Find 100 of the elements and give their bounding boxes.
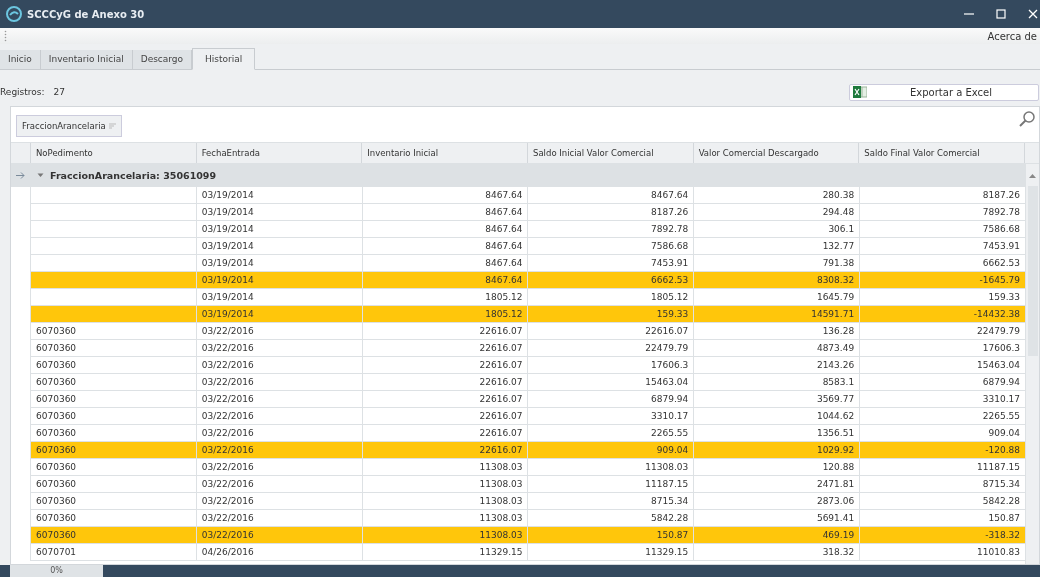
close-icon[interactable] (1028, 9, 1038, 19)
table-cell: 4873.49 (816, 343, 855, 353)
table-cell: 120.88 (822, 462, 855, 472)
column-header[interactable]: FechaEntrada (195, 143, 362, 163)
search-icon[interactable] (1019, 110, 1035, 127)
sort-icon (108, 122, 116, 129)
expanded-chevron-icon[interactable] (37, 173, 44, 178)
table-cell: 1805.12 (485, 309, 523, 319)
table-cell: 294.48 (822, 207, 855, 217)
table-cell: 03/22/2016 (201, 513, 254, 523)
table-cell: 03/22/2016 (201, 394, 254, 404)
table-cell: 03/19/2014 (201, 241, 254, 251)
table-cell: 11187.15 (977, 462, 1020, 472)
tab[interactable]: Inicio (0, 50, 41, 69)
table-cell: 11187.15 (645, 479, 689, 489)
table-cell: 11329.15 (479, 547, 523, 557)
table-cell: -14432.38 (973, 309, 1020, 319)
tab[interactable]: Historial (192, 48, 256, 70)
table-cell: 2265.55 (651, 428, 689, 438)
table-cell: 5691.41 (816, 513, 855, 523)
table-cell: -1645.79 (979, 275, 1020, 285)
table-cell: 6879.94 (651, 394, 689, 404)
table-cell: 03/19/2014 (201, 275, 254, 285)
table-cell: 22616.07 (479, 326, 523, 336)
table-cell: 6070360 (36, 326, 77, 336)
scroll-up-icon[interactable] (1029, 174, 1036, 178)
table-cell: 03/22/2016 (201, 343, 254, 353)
table-cell: 11308.03 (645, 462, 689, 472)
table-cell: 03/22/2016 (201, 530, 254, 540)
progress-label: 0% (10, 565, 103, 577)
table-cell: 280.38 (822, 190, 855, 200)
table-cell: 17606.3 (982, 343, 1020, 353)
table-cell: 17606.3 (651, 360, 689, 370)
records-label: Registros: (0, 87, 45, 97)
table-cell: 03/19/2014 (201, 207, 254, 217)
table-cell: 03/22/2016 (201, 377, 254, 387)
group-chip[interactable]: FraccionArancelaria (16, 114, 122, 137)
table-cell: 8715.34 (651, 496, 689, 506)
table-cell: -120.88 (985, 445, 1020, 455)
table-cell: 15463.04 (977, 360, 1020, 370)
menu-item[interactable]: Acerca de (984, 30, 1040, 42)
table-cell: 1645.79 (816, 292, 855, 302)
table-cell: 6070360 (36, 428, 77, 438)
table-cell: 6070360 (36, 445, 77, 455)
table-cell: 22616.07 (479, 428, 523, 438)
table-cell: 136.28 (822, 326, 855, 336)
table-cell: 3310.17 (982, 394, 1020, 404)
table-cell: 7453.91 (651, 258, 689, 268)
maximize-icon[interactable] (996, 9, 1006, 19)
table-cell: 7892.78 (651, 224, 689, 234)
table-cell: 03/22/2016 (201, 360, 254, 370)
table-cell: 6070360 (36, 394, 77, 404)
table-cell: 8467.64 (485, 275, 523, 285)
table-cell: 159.33 (656, 309, 689, 319)
table-cell: 11010.83 (977, 547, 1020, 557)
table-cell: 6070360 (36, 411, 77, 421)
scroll-thumb[interactable] (1027, 186, 1038, 356)
table-cell: 04/26/2016 (201, 547, 254, 557)
table-cell: 1356.51 (816, 428, 855, 438)
column-header[interactable]: Saldo Final Valor Comercial (858, 143, 1025, 163)
table-cell: 11308.03 (479, 530, 523, 540)
table-cell: 909.04 (656, 445, 689, 455)
table-cell: 132.77 (822, 241, 855, 251)
table-cell: 14591.71 (811, 309, 855, 319)
column-header[interactable]: Inventario Inicial (361, 143, 527, 163)
tab[interactable]: Inventario Inicial (40, 50, 133, 69)
table-cell: 03/19/2014 (201, 309, 254, 319)
table-cell: 1044.62 (816, 411, 855, 421)
table-cell: 03/19/2014 (201, 292, 254, 302)
table-cell: 22616.07 (479, 411, 523, 421)
table-cell: 318.32 (822, 547, 855, 557)
table-cell: 1805.12 (485, 292, 523, 302)
row-indicator-icon (16, 172, 25, 179)
scrollbar[interactable] (1025, 164, 1039, 564)
table-cell: 8467.64 (651, 190, 689, 200)
table-cell: 8583.1 (822, 377, 855, 387)
table-cell: 6070360 (36, 496, 77, 506)
records-count: 27 (53, 87, 65, 97)
table-cell: 2873.06 (816, 496, 855, 506)
table-cell: 2471.81 (816, 479, 855, 489)
table-cell: 03/19/2014 (201, 224, 254, 234)
table-cell: 1805.12 (651, 292, 689, 302)
tab[interactable]: Descargo (132, 50, 193, 69)
table-cell: 11308.03 (479, 513, 523, 523)
table-cell: 8308.32 (816, 275, 855, 285)
table-cell: 11308.03 (479, 462, 523, 472)
export-button[interactable]: Exportar a Excel (849, 83, 1039, 101)
table-cell: 15463.04 (645, 377, 689, 387)
column-header[interactable]: Valor Comercial Descargado (692, 143, 859, 163)
table-cell: 03/22/2016 (201, 411, 254, 421)
table-cell: 03/22/2016 (201, 479, 254, 489)
table-cell: 1029.92 (816, 445, 855, 455)
table-cell: 3569.77 (816, 394, 855, 404)
app-logo-icon (6, 6, 22, 22)
table-cell: 7586.68 (651, 241, 689, 251)
table-cell: 8467.64 (485, 258, 523, 268)
table-cell: 22479.79 (977, 326, 1020, 336)
table-cell: 7892.78 (982, 207, 1020, 217)
column-header[interactable]: Saldo Inicial Valor Comercial (527, 143, 693, 163)
column-header[interactable]: NoPedimento (30, 143, 196, 163)
